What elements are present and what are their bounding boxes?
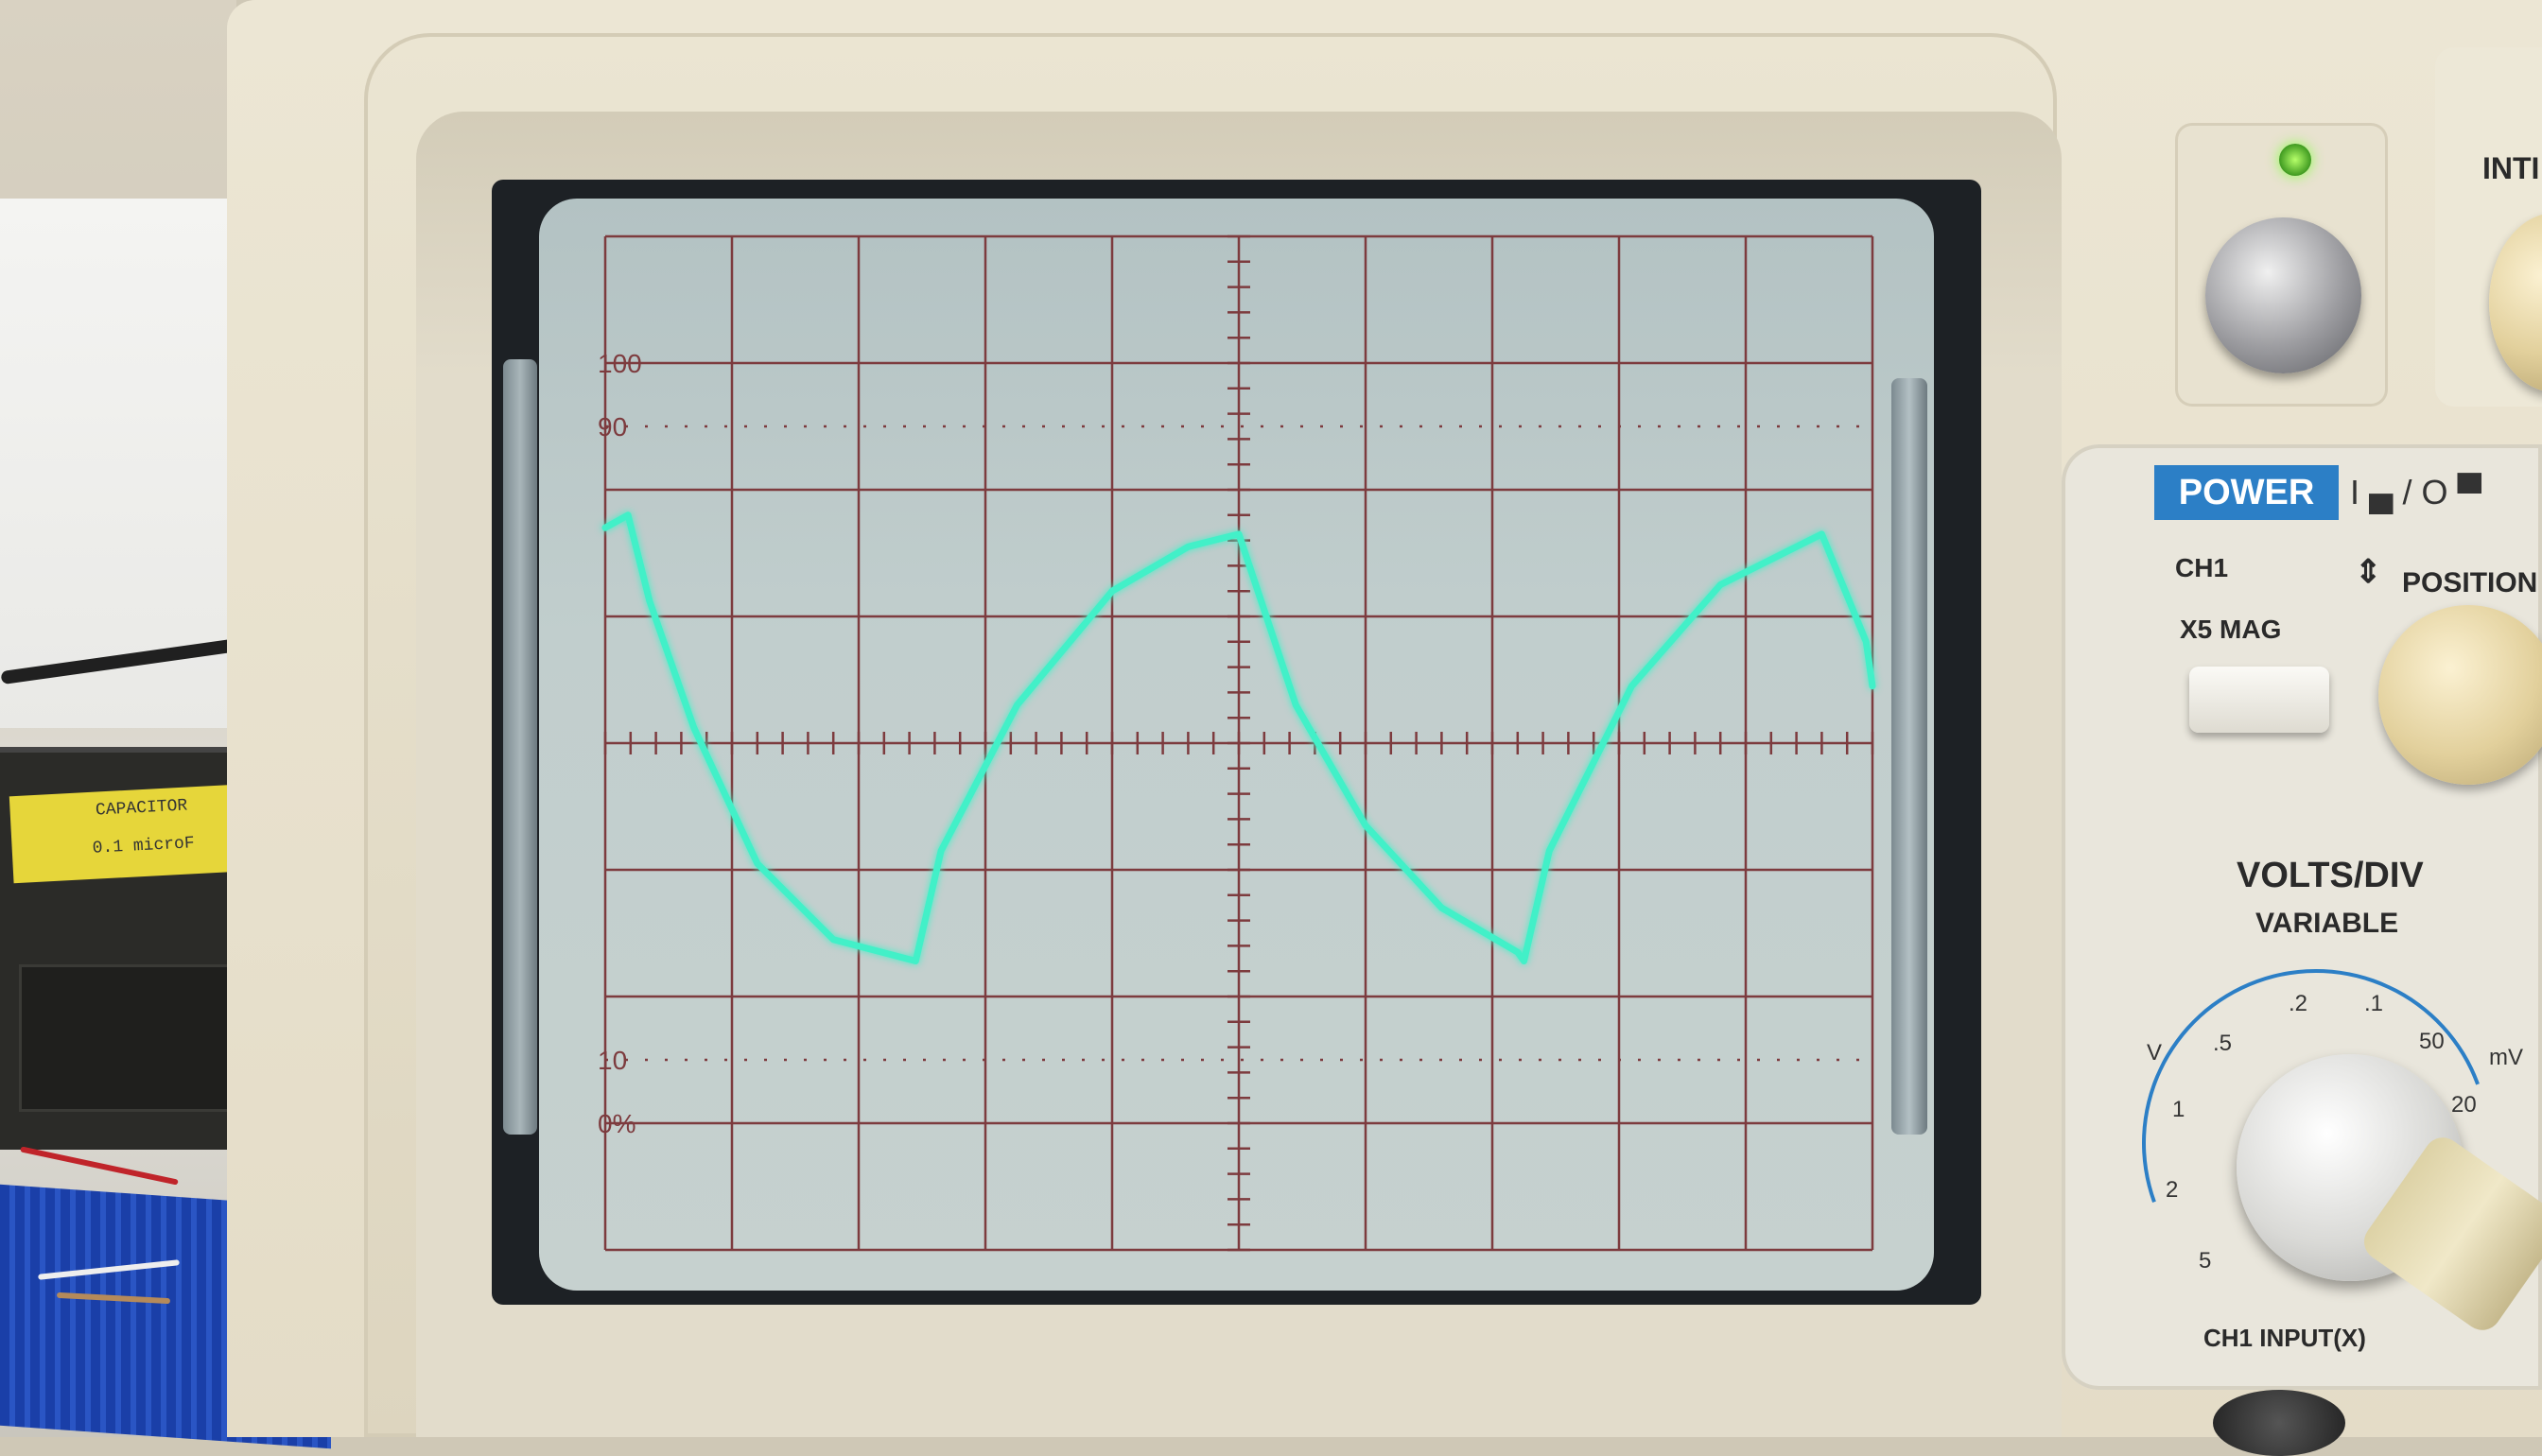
position-label: POSITION: [2402, 567, 2538, 598]
power-knob[interactable]: [2205, 217, 2361, 373]
screen-clip-left: [503, 359, 537, 1135]
graticule-label: 10: [598, 1046, 627, 1075]
dial-mark: .5: [2213, 1031, 2233, 1056]
dial-unit-v: V: [2147, 1040, 2163, 1066]
dial-mark: .1: [2364, 991, 2384, 1016]
ch1-label: CH1: [2175, 553, 2229, 582]
power-indicator-led: [2279, 144, 2311, 176]
dial-mark: 2: [2166, 1177, 2179, 1203]
power-switch-symbols: I ▄ / O ▀: [2350, 473, 2482, 511]
dial-mark: 20: [2451, 1092, 2477, 1118]
dial-mark: 5: [2199, 1248, 2212, 1274]
dial-mark: 50: [2419, 1029, 2445, 1054]
graticule-grid: [603, 234, 1874, 1252]
dial-mark: 1: [2172, 1097, 2185, 1122]
position-arrows-icon: ⇕: [2355, 554, 2382, 590]
dial-mark: .2: [2289, 991, 2308, 1016]
graticule-label: 90: [598, 412, 627, 442]
graticule-label: 0%: [598, 1109, 636, 1138]
mag-label: X5 MAG: [2180, 615, 2282, 644]
power-label: POWER: [2154, 465, 2339, 520]
intensity-label: INTI: [2482, 151, 2540, 185]
dial-unit-mv: mV: [2489, 1045, 2523, 1070]
bnc-connector[interactable]: [2213, 1390, 2345, 1456]
x5-mag-button[interactable]: [2189, 667, 2329, 733]
ch1-input-label: CH1 INPUT(X): [2203, 1324, 2366, 1352]
screen-clip-right: [1891, 378, 1927, 1135]
graticule-label: 100: [598, 349, 642, 378]
graticule-display: 100 90 10 0%: [598, 234, 1876, 1252]
variable-label: VARIABLE: [2255, 908, 2399, 939]
volts-div-label: VOLTS/DIV: [2237, 856, 2424, 895]
